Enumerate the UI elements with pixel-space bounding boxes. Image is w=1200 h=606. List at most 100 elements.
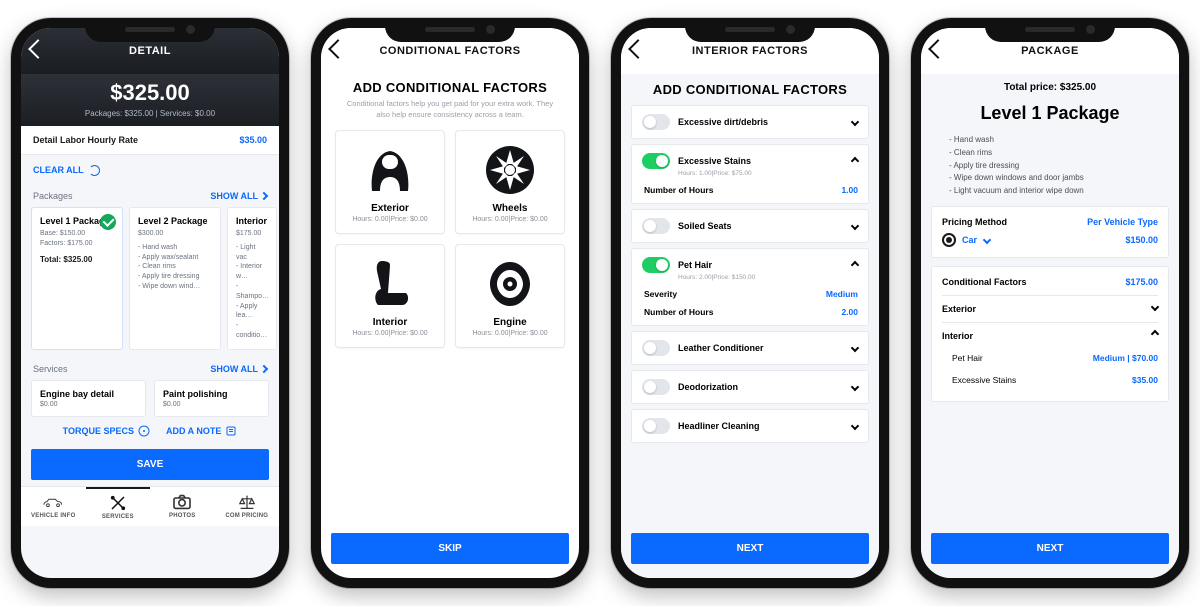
detail-value[interactable]: 2.00: [841, 307, 858, 317]
pricing-method-label: Pricing Method: [942, 217, 1007, 227]
service-name: Paint polishing: [163, 389, 260, 399]
torque-specs-button[interactable]: TORQUE SPECS: [63, 425, 150, 437]
card-sub: Hours: 0.00|Price: $0.00: [352, 330, 427, 337]
chevron-down-icon: [982, 236, 990, 244]
refresh-icon: [89, 165, 100, 176]
factor-name: Soiled Seats: [678, 221, 844, 231]
service-card[interactable]: Engine bay detail $0.00: [31, 380, 146, 417]
arrow-left-icon: [628, 39, 648, 59]
skip-button[interactable]: SKIP: [331, 533, 569, 564]
add-note-button[interactable]: ADD A NOTE: [166, 425, 237, 437]
back-button[interactable]: [31, 42, 51, 62]
factor-row[interactable]: Excessive Stains Hours: 1.00|Price: $75.…: [631, 144, 869, 204]
factor-row[interactable]: Leather Conditioner: [631, 331, 869, 365]
show-all-services[interactable]: SHOW ALL: [210, 364, 267, 374]
pricing-method-value[interactable]: Per Vehicle Type: [1087, 217, 1158, 227]
factor-name: Leather Conditioner: [678, 343, 844, 353]
package-total: Total: $325.00: [40, 255, 114, 264]
factor-row[interactable]: Pet Hair Hours: 2.00|Price: $150.00 Seve…: [631, 248, 869, 326]
back-button[interactable]: [931, 42, 951, 62]
tab-photos[interactable]: PHOTOS: [150, 487, 215, 526]
pricing-method-block: Pricing Method Per Vehicle Type Car $150…: [931, 206, 1169, 258]
detail-key: Severity: [644, 289, 677, 299]
price-breakdown: Packages: $325.00 | Services: $0.00: [21, 109, 279, 118]
group-row[interactable]: Exterior: [942, 304, 1158, 314]
factor-row[interactable]: Soiled Seats: [631, 209, 869, 243]
factor-name: Excessive dirt/debris: [678, 117, 844, 127]
factor-category-interior[interactable]: Interior Hours: 0.00|Price: $0.00: [335, 244, 445, 348]
back-button[interactable]: [331, 42, 351, 62]
toggle[interactable]: [642, 418, 670, 434]
toggle[interactable]: [642, 379, 670, 395]
factor-name: Pet Hair: [678, 260, 844, 270]
detail-key: Number of Hours: [644, 307, 713, 317]
card-sub: Hours: 0.00|Price: $0.00: [472, 216, 547, 223]
toggle[interactable]: [642, 257, 670, 273]
toggle[interactable]: [642, 218, 670, 234]
conditional-factors-block: Conditional Factors $175.00 Exterior Int…: [931, 266, 1169, 402]
factor-name: Excessive Stains: [678, 156, 844, 166]
next-button[interactable]: NEXT: [931, 533, 1169, 564]
card-title: Exterior: [371, 203, 409, 214]
chevron-up-icon: [851, 261, 859, 269]
packages-scroll[interactable]: Level 1 Package Base: $150.00 Factors: $…: [21, 207, 279, 350]
package-card[interactable]: Level 1 Package Base: $150.00 Factors: $…: [31, 207, 123, 350]
package-card[interactable]: Interior $175.00 - Light vac - Interior …: [227, 207, 277, 350]
hourly-rate-row: Detail Labor Hourly Rate $35.00: [21, 126, 279, 154]
page-description: Conditional factors help you get paid fo…: [321, 95, 579, 130]
car-hood-icon: [362, 141, 418, 199]
toggle[interactable]: [642, 114, 670, 130]
detail-value[interactable]: Medium: [826, 289, 858, 299]
next-button[interactable]: NEXT: [631, 533, 869, 564]
tab-label: VEHICLE INFO: [31, 513, 75, 519]
card-sub: Hours: 0.00|Price: $0.00: [352, 216, 427, 223]
phone-detail: DETAIL $325.00 Packages: $325.00 | Servi…: [11, 18, 289, 588]
hourly-rate-value[interactable]: $35.00: [239, 135, 267, 145]
total-price: $325.00: [21, 80, 279, 106]
factor-row[interactable]: Headliner Cleaning: [631, 409, 869, 443]
factor-line: Excessive Stains$35.00: [942, 369, 1158, 391]
factor-category-engine[interactable]: Engine Hours: 0.00|Price: $0.00: [455, 244, 565, 348]
toggle[interactable]: [642, 340, 670, 356]
service-price: $0.00: [163, 401, 260, 408]
tab-services[interactable]: SERVICES: [86, 487, 151, 526]
service-card[interactable]: Paint polishing $0.00: [154, 380, 269, 417]
chevron-down-icon: [1151, 303, 1159, 311]
factor-name: Deodorization: [678, 382, 844, 392]
package-card[interactable]: Level 2 Package $300.00 - Hand wash - Ap…: [129, 207, 221, 350]
card-title: Interior: [373, 317, 407, 328]
back-button[interactable]: [631, 42, 651, 62]
factor-row[interactable]: Deodorization: [631, 370, 869, 404]
factor-category-wheels[interactable]: Wheels Hours: 0.00|Price: $0.00: [455, 130, 565, 234]
detail-key: Number of Hours: [644, 185, 713, 195]
tab-label: PHOTOS: [169, 513, 195, 519]
scale-icon: [236, 494, 258, 510]
chevron-down-icon: [851, 118, 859, 126]
header-title: DETAIL: [129, 45, 171, 57]
vehicle-type-row[interactable]: Car $150.00: [942, 233, 1158, 247]
factor-sub: Hours: 2.00|Price: $150.00: [678, 274, 858, 281]
phone-interior-factors: INTERIOR FACTORS ADD CONDITIONAL FACTORS…: [611, 18, 889, 588]
show-all-packages[interactable]: SHOW ALL: [210, 191, 267, 201]
detail-value[interactable]: 1.00: [841, 185, 858, 195]
save-button[interactable]: SAVE: [31, 449, 269, 480]
header-title: CONDITIONAL FACTORS: [379, 45, 520, 57]
price-hero: $325.00 Packages: $325.00 | Services: $0…: [21, 74, 279, 126]
factor-row[interactable]: Excessive dirt/debris: [631, 105, 869, 139]
cond-factors-label: Conditional Factors: [942, 277, 1027, 287]
car-icon: [42, 494, 64, 510]
tab-com-pricing[interactable]: COM PRICING: [215, 487, 280, 526]
engine-icon: [484, 255, 536, 313]
card-title: Wheels: [492, 203, 527, 214]
arrow-left-icon: [928, 39, 948, 59]
hourly-rate-label: Detail Labor Hourly Rate: [33, 135, 138, 145]
clear-all-button[interactable]: CLEAR ALL: [33, 165, 100, 176]
package-name: Level 1 Package: [921, 103, 1179, 124]
toggle[interactable]: [642, 153, 670, 169]
group-row[interactable]: Interior: [942, 331, 1158, 341]
package-bullets: - Light vac - Interior w… - Shampo… - Ap…: [236, 243, 268, 341]
factor-category-exterior[interactable]: Exterior Hours: 0.00|Price: $0.00: [335, 130, 445, 234]
seat-icon: [368, 255, 412, 313]
tab-vehicle-info[interactable]: VEHICLE INFO: [21, 487, 86, 526]
note-icon: [225, 425, 237, 437]
